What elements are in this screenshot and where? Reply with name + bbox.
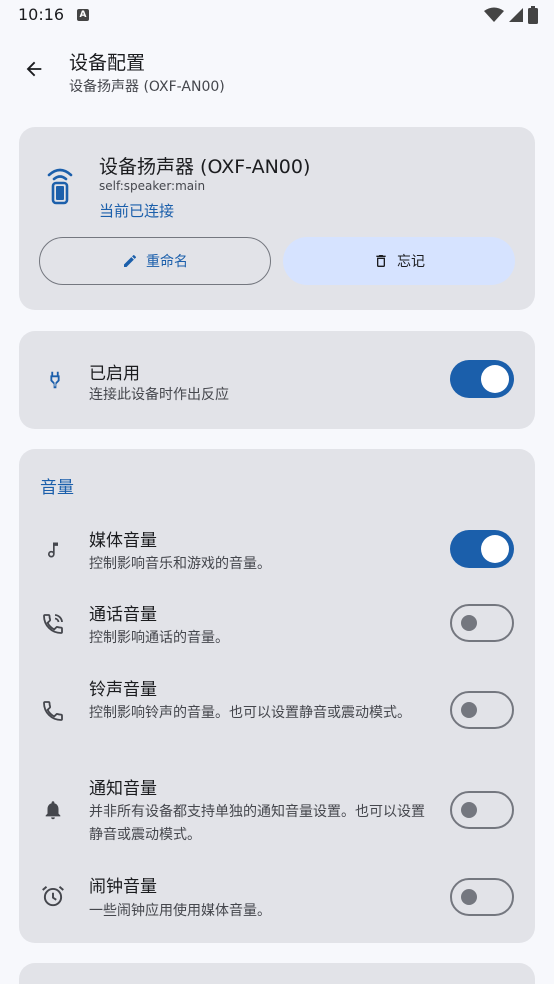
enabled-title: 已启用: [89, 364, 140, 384]
music-note-icon: [39, 536, 67, 564]
switch-knob: [481, 365, 509, 393]
pencil-icon: [124, 254, 137, 267]
ringtone-volume-title: 铃声音量: [89, 680, 157, 700]
forget-button[interactable]: 忘记: [283, 237, 515, 285]
volume-section-title: 音量: [40, 478, 74, 498]
ringtone-volume-switch[interactable]: [450, 691, 514, 729]
call-volume-title: 通话音量: [89, 605, 157, 625]
rename-button-label: 重命名: [146, 254, 188, 270]
alarm-volume-title: 闹钟音量: [89, 877, 157, 897]
notification-icon: A: [77, 9, 89, 21]
call-volume-desc: 控制影响通话的音量。: [89, 630, 229, 646]
switch-knob: [461, 615, 477, 631]
enabled-card: 已启用 连接此设备时作出反应: [19, 331, 535, 429]
speaker-wireless-icon: [45, 165, 75, 209]
notification-volume-switch[interactable]: [450, 791, 514, 829]
media-volume-switch[interactable]: [450, 530, 514, 568]
alarm-volume-switch[interactable]: [450, 878, 514, 916]
device-card: 设备扬声器 (OXF-AN00) self:speaker:main 当前已连接…: [19, 127, 535, 310]
arrow-back-icon: [26, 61, 42, 77]
rename-button[interactable]: 重命名: [39, 237, 271, 285]
switch-knob: [461, 702, 477, 718]
status-bar: 10:16 A: [0, 0, 554, 32]
signal-icon: [509, 8, 523, 22]
back-button[interactable]: [18, 53, 50, 85]
notification-volume-title: 通知音量: [89, 779, 157, 799]
bell-icon: [39, 796, 67, 824]
ringtone-volume-desc: 控制影响铃声的音量。也可以设置静音或震动模式。: [89, 705, 411, 721]
notification-volume-desc: 并非所有设备都支持单独的通知音量设置。也可以设置静音或震动模式。: [89, 804, 425, 843]
enabled-switch[interactable]: [450, 360, 514, 398]
alarm-icon: [39, 882, 67, 910]
trash-icon: [376, 255, 386, 267]
next-card: [19, 963, 535, 984]
app-bar: 设备配置 设备扬声器 (OXF-AN00): [0, 36, 554, 108]
volume-card: 音量 媒体音量 控制影响音乐和游戏的音量。 通话音量 控制影响通话的音量。 铃声…: [19, 449, 535, 943]
wifi-icon: [484, 7, 504, 22]
device-name: 设备扬声器 (OXF-AN00): [99, 156, 311, 178]
page-subtitle: 设备扬声器 (OXF-AN00): [69, 79, 225, 95]
phone-in-talk-icon: [39, 610, 67, 638]
switch-knob: [461, 802, 477, 818]
plug-icon: [41, 366, 69, 394]
alarm-volume-desc: 一些闹钟应用使用媒体音量。: [89, 903, 271, 919]
battery-icon: [528, 6, 538, 24]
forget-button-label: 忘记: [397, 254, 425, 270]
connection-status: 当前已连接: [99, 202, 175, 220]
device-id: self:speaker:main: [99, 179, 206, 193]
switch-knob: [461, 889, 477, 905]
status-time: 10:16: [18, 5, 65, 24]
call-volume-switch[interactable]: [450, 604, 514, 642]
media-volume-title: 媒体音量: [89, 531, 157, 551]
status-icons: [484, 6, 538, 24]
media-volume-desc: 控制影响音乐和游戏的音量。: [89, 556, 271, 572]
switch-knob: [481, 535, 509, 563]
phone-icon: [39, 697, 67, 725]
enabled-desc: 连接此设备时作出反应: [89, 387, 229, 403]
page-title: 设备配置: [69, 52, 146, 74]
